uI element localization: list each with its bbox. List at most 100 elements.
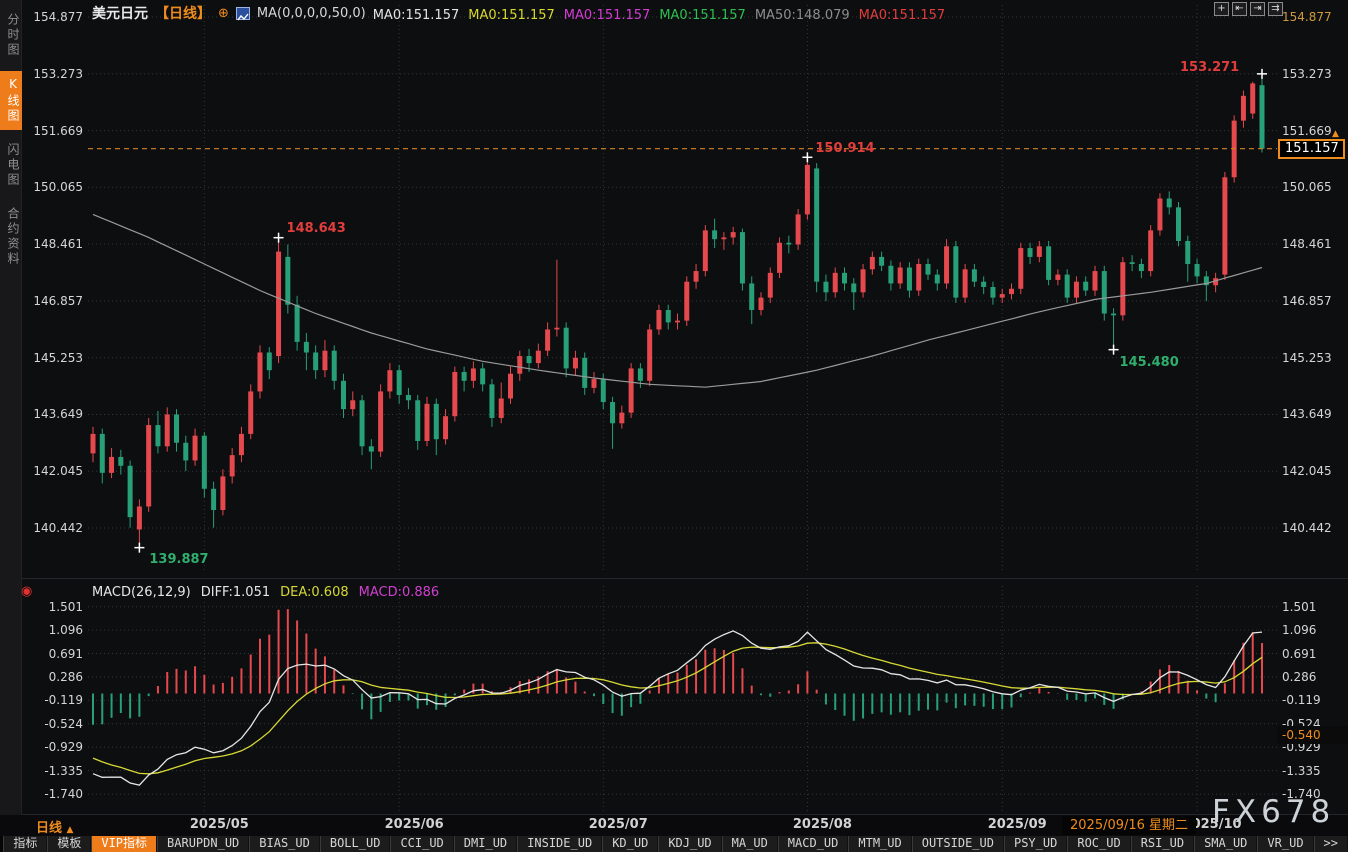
price-axis-label: 140.442 [1282,521,1346,535]
period-tag[interactable]: 【日线】 [155,3,211,23]
month-label: 2025/08 [793,817,852,832]
macd-header: MACD(26,12,9) DIFF:1.051 DEA:0.608 MACD:… [92,585,439,600]
indicator-chart-icon[interactable] [236,7,250,20]
sidebar-item[interactable]: 闪电图 [0,137,22,194]
toolbar-button-psy_ud[interactable]: PSY_UD [1004,836,1067,852]
toolbar-button-sma_ud[interactable]: SMA_UD [1194,836,1257,852]
price-axis-label: -1.740 [22,787,86,801]
toolbar-button-boll_ud[interactable]: BOLL_UD [320,836,391,852]
price-axis-label: 1.096 [22,623,86,637]
chart-tools: +⇤⇥⇉ [1214,2,1283,16]
period-text: 日线 [36,821,62,836]
macd-crosshair-badge: -0.540 [1277,726,1348,744]
add-compare-icon[interactable]: ⊕ [218,6,229,21]
candlestick-chart[interactable] [0,0,1348,852]
price-axis-label: -1.335 [22,764,86,778]
toolbar-button-outside_ud[interactable]: OUTSIDE_UD [912,836,1004,852]
toolbar-button-vr_ud[interactable]: VR_UD [1257,836,1313,852]
macd-diff-value: DIFF:1.051 [201,585,270,600]
price-up-arrow-icon: ▲ [1332,129,1339,139]
price-axis-label: -0.119 [22,693,86,707]
chevron-up-icon: ▲ [67,825,74,835]
toolbar-button-mtm_ud[interactable]: MTM_UD [848,836,911,852]
price-annotation: 148.643 [287,221,346,236]
left-sidebar: 分时图 K线图闪电图合约资料 [0,0,22,815]
price-axis-label: 150.065 [22,180,86,194]
toolbar-button-bias_ud[interactable]: BIAS_UD [249,836,320,852]
sidebar-item[interactable]: 合约资料 [0,201,22,273]
price-annotation: 153.271 [1180,60,1239,75]
symbol-title: 美元日元 [92,3,148,23]
price-axis-label: 153.273 [1282,67,1346,81]
macd-dea-value: DEA:0.608 [280,585,349,600]
month-label: 2025/06 [385,817,444,832]
macd-hist-value: MACD:0.886 [359,585,440,600]
toolbar-button-cci_ud[interactable]: CCI_UD [390,836,453,852]
price-axis-label: 140.442 [22,521,86,535]
price-axis-label: -0.929 [22,740,86,754]
toolbar-button-roc_ud[interactable]: ROC_UD [1067,836,1130,852]
period-selector[interactable]: 日线 ▲ [36,817,73,836]
price-axis-label: 146.857 [1282,294,1346,308]
price-axis-label: 148.461 [1282,237,1346,251]
current-price-badge: 151.157 [1278,139,1345,159]
ma-value-label: MA0:151.157 [564,8,651,23]
ma-settings-label[interactable]: MA(0,0,0,0,50,0) [257,6,366,21]
price-annotation: 150.914 [815,141,874,156]
ma-value-label: MA0:151.157 [659,8,746,23]
date-tooltip: 2025/09/16 星期二 [1062,816,1196,835]
toolbar-button-inside_ud[interactable]: INSIDE_UD [517,836,602,852]
macd-settings-icon[interactable]: ◉ [21,584,32,599]
toolbar-button-kd_ud[interactable]: KD_UD [602,836,658,852]
price-axis-label: 0.286 [1282,670,1346,684]
sidebar-item[interactable]: 分时图 [0,7,22,64]
toolbar-button-kdj_ud[interactable]: KDJ_UD [658,836,721,852]
price-axis-label: 1.501 [1282,600,1346,614]
toolbar-button-[interactable]: 模板 [47,836,91,852]
month-label: 2025/09 [988,817,1047,832]
toolbar-button-barupdn_ud[interactable]: BARUPDN_UD [157,836,249,852]
time-axis: 日线 ▲ 2025/052025/062025/072025/082025/09… [0,815,1348,836]
month-label: 2025/05 [190,817,249,832]
pan-right-icon[interactable]: ⇉ [1268,2,1283,16]
toolbar-button-ma_ud[interactable]: MA_UD [722,836,778,852]
price-axis-label: 150.065 [1282,180,1346,194]
price-axis-label: 142.045 [1282,464,1346,478]
chart-window: 分时图 K线图闪电图合约资料 美元日元 【日线】 ⊕ MA(0,0,0,0,50,… [0,0,1348,852]
price-axis-label: 153.273 [22,67,86,81]
price-axis-label: 0.286 [22,670,86,684]
price-axis-label: 1.096 [1282,623,1346,637]
ma-value-label: MA0:151.157 [859,8,946,23]
price-axis-label: 142.045 [22,464,86,478]
macd-formula[interactable]: MACD(26,12,9) [92,585,191,600]
toolbar-button-vip[interactable]: VIP指标 [91,836,157,852]
price-axis-label: 151.669 [22,124,86,138]
sidebar-item[interactable]: K线图 [0,71,22,130]
chart-header: 美元日元 【日线】 ⊕ MA(0,0,0,0,50,0) MA0:151.157… [92,3,954,23]
price-axis-label: 154.877 [22,10,86,24]
fx678-watermark: FX678 [1212,794,1335,830]
price-annotation: 145.480 [1120,355,1179,370]
price-axis-label: -1.335 [1282,764,1346,778]
ma-value-label: MA0:151.157 [468,8,555,23]
price-axis-label: -0.524 [22,717,86,731]
toolbar-button-rsi_ud[interactable]: RSI_UD [1131,836,1194,852]
price-axis-label: 1.501 [22,600,86,614]
toolbar-button-macd_ud[interactable]: MACD_UD [778,836,849,852]
toolbar-button-[interactable]: >> [1314,836,1348,852]
price-axis-label: 143.649 [22,407,86,421]
crosshair-icon[interactable]: + [1214,2,1229,16]
price-axis-label: 148.461 [22,237,86,251]
price-axis-label: 0.691 [1282,647,1346,661]
toolbar-button-[interactable]: 指标 [3,836,47,852]
scale-left-icon[interactable]: ⇤ [1232,2,1247,16]
scale-right-icon[interactable]: ⇥ [1250,2,1265,16]
indicator-toolbar: 指标模板VIP指标BARUPDN_UDBIAS_UDBOLL_UDCCI_UDD… [0,836,1348,852]
toolbar-button-dmi_ud[interactable]: DMI_UD [454,836,517,852]
ma-value-label: MA0:151.157 [373,8,460,23]
price-axis-label: 145.253 [1282,351,1346,365]
price-annotation: 139.887 [149,552,208,567]
price-axis-label: 145.253 [22,351,86,365]
price-axis-label: 143.649 [1282,407,1346,421]
pane-divider[interactable] [22,578,1348,579]
